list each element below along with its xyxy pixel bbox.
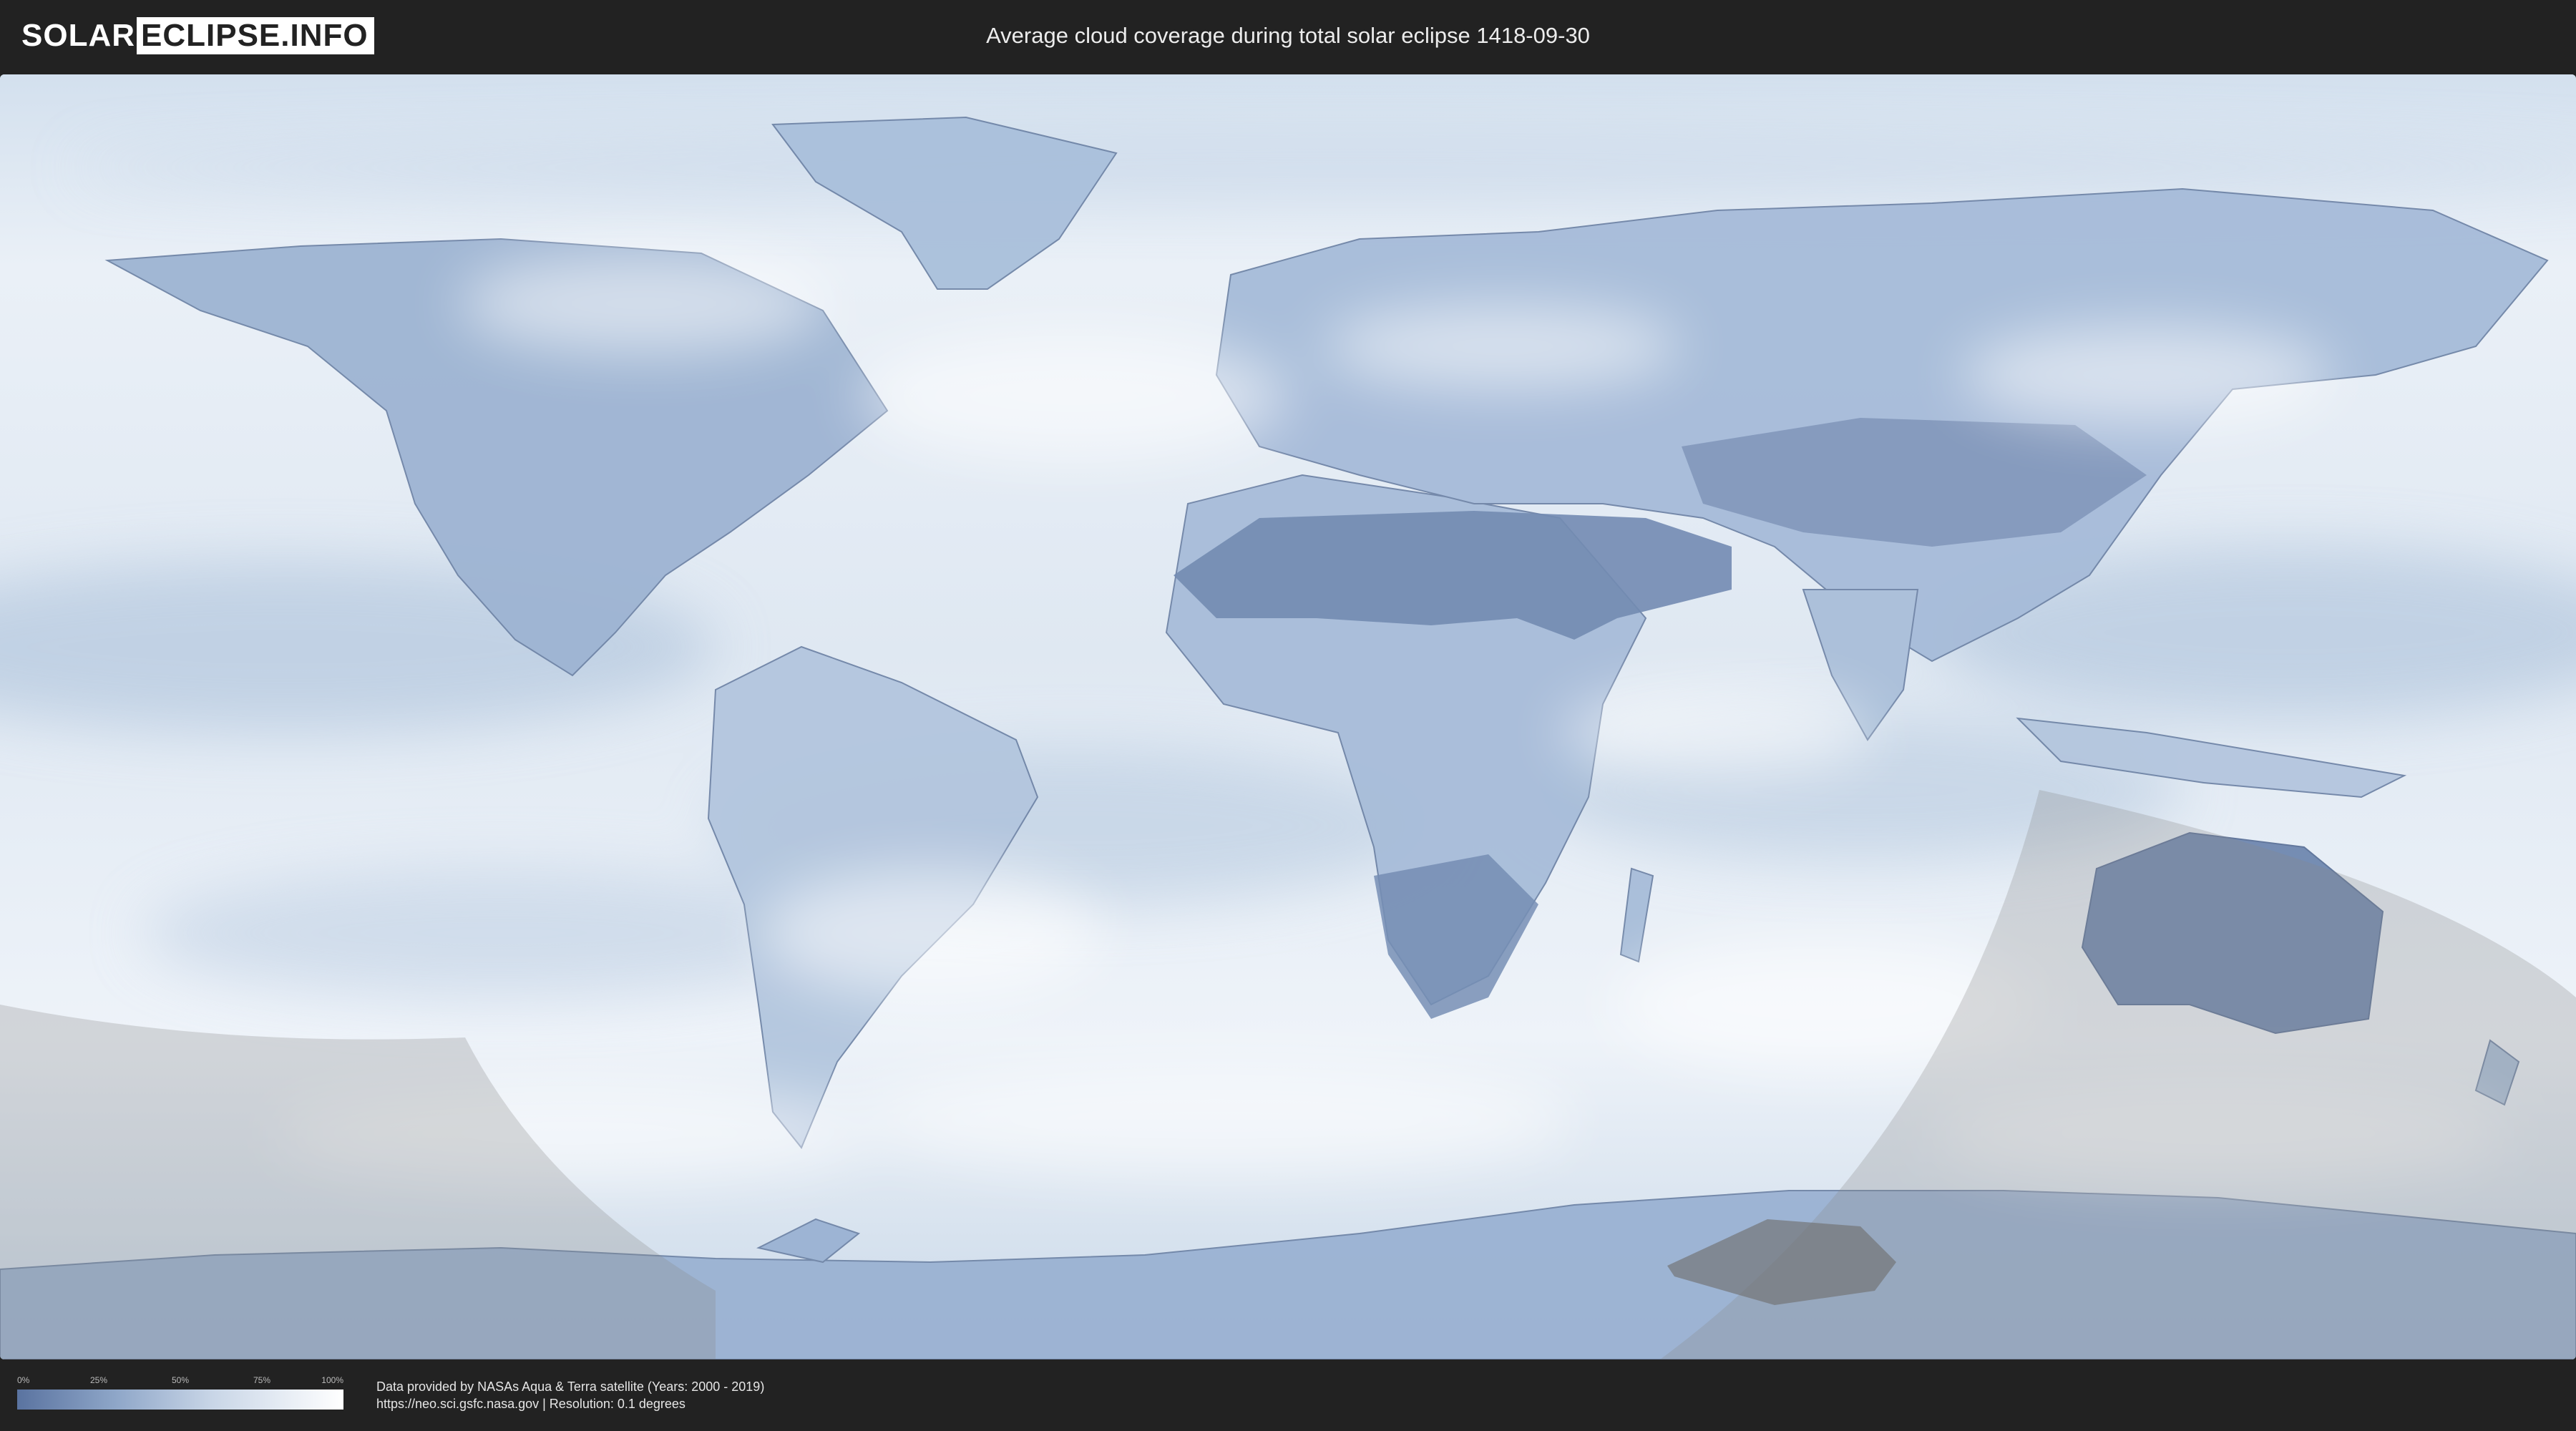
- legend-tick-100: 100%: [321, 1375, 343, 1385]
- legend-tick-75: 75%: [253, 1375, 271, 1385]
- legend-tick-50: 50%: [171, 1375, 190, 1385]
- legend-tick-25: 25%: [89, 1375, 108, 1385]
- data-credit-text: Data provided by NASAs Aqua & Terra sate…: [376, 1379, 765, 1394]
- page-title: Average cloud coverage during total sola…: [986, 23, 1590, 48]
- header-bar: SOLAR ECLIPSE.INFO Average cloud coverag…: [0, 0, 2576, 72]
- world-map-svg: [0, 74, 2576, 1359]
- data-source-text[interactable]: https://neo.sci.gsfc.nasa.gov | Resoluti…: [376, 1395, 686, 1412]
- legend-color-bar: [17, 1390, 343, 1410]
- legend-tick-0: 0%: [17, 1375, 30, 1385]
- coverage-legend: 0% 25% 50% 75% 100%: [17, 1375, 343, 1415]
- cloud-coverage-map[interactable]: [0, 74, 2576, 1359]
